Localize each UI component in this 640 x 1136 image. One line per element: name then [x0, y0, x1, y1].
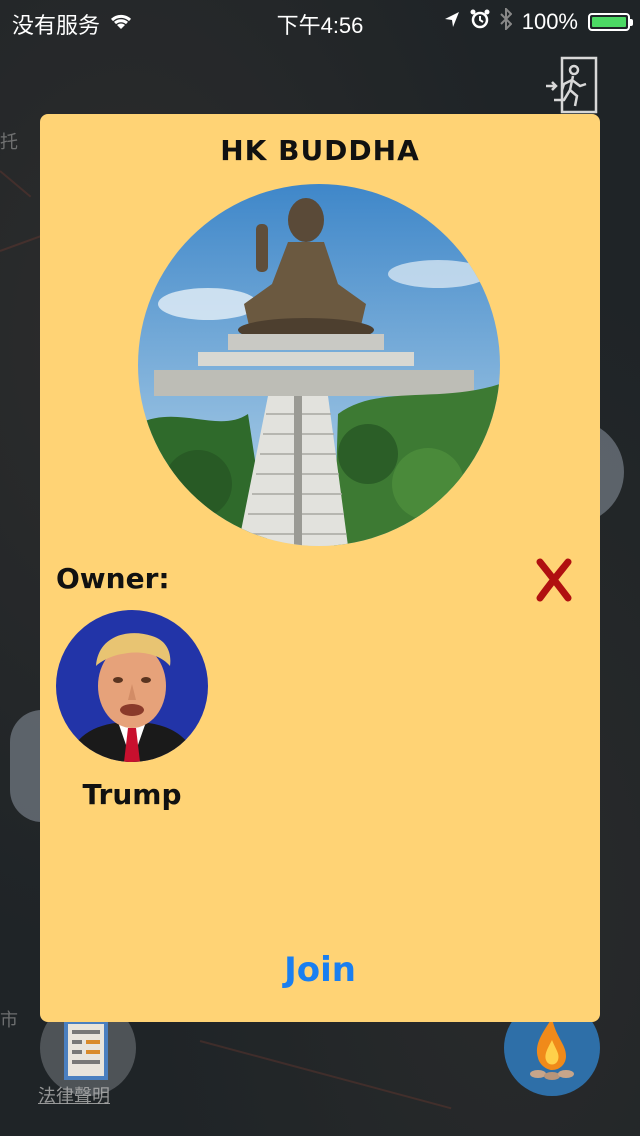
location-arrow-icon	[444, 9, 460, 35]
exit-icon[interactable]	[544, 56, 600, 114]
place-title: HK BUDDHA	[220, 134, 420, 167]
close-x-icon[interactable]	[534, 558, 574, 602]
map-marker[interactable]	[10, 710, 42, 822]
legal-notice-link[interactable]: 法律聲明	[38, 1082, 110, 1108]
map-label: 托	[0, 132, 18, 152]
place-detail-card: HK BUDDHA Owner: Trump Join	[40, 114, 600, 1022]
battery-icon	[588, 13, 633, 31]
map-road	[199, 1040, 452, 1110]
bluetooth-icon	[500, 6, 513, 36]
owner-avatar[interactable]	[56, 610, 208, 762]
alarm-icon	[470, 9, 490, 35]
status-bar: 没有服务 下午4:56 100%	[0, 0, 640, 40]
map-road	[0, 170, 32, 198]
place-photo	[138, 184, 500, 546]
map-label: 市	[0, 1010, 18, 1030]
owner-label: Owner:	[56, 562, 170, 595]
join-button[interactable]: Join	[40, 950, 600, 990]
battery-percent: 100%	[521, 9, 578, 34]
owner-name: Trump	[82, 778, 182, 811]
battery-level	[592, 17, 626, 27]
